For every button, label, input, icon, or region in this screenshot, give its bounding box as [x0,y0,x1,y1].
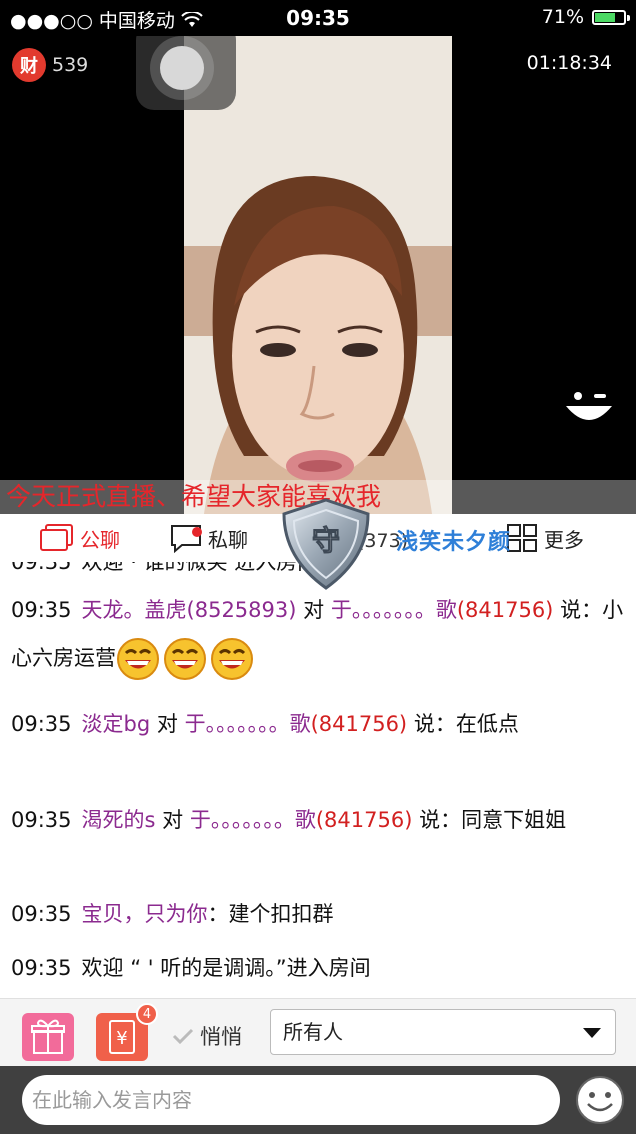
highlight-username[interactable]: 浅笑未夕颜 [396,524,511,556]
tab-more-label: 更多 [544,527,584,552]
unread-dot [192,527,202,537]
sender-name[interactable]: 渴死的s [82,808,156,832]
input-bar [0,1066,636,1134]
live-timer: 01:18:34 [526,52,612,74]
recipient-name[interactable]: 于。。。。。。。歌 [331,598,457,622]
recipient-name[interactable]: 于。。。。。。。歌 [190,808,316,832]
assistive-touch-button[interactable] [136,36,236,110]
coin-badge: 财 539 [12,48,88,82]
chat-message: 09:35 天龙。盖虎(8525893) 对 于。。。。。。。歌(841756) … [11,586,625,682]
grinning-emoji-icon [117,638,159,680]
tab-more[interactable]: 更多 [506,514,584,562]
whisper-toggle[interactable]: 悄悄 [172,1021,242,1051]
coin-count: 539 [52,54,89,76]
live-video[interactable]: 财 539 01:18:34 今天正式直播、希望大家能喜欢我 [0,36,636,514]
tab-private-label: 私聊 [208,527,248,552]
recipient-name[interactable]: 于。。。。。。。歌 [185,712,311,736]
chat-message: 09:35 渴死的s 对 于。。。。。。。歌(841756) 说：同意下姐姐 [11,808,567,832]
svg-text:¥: ¥ [116,1028,127,1049]
gift-icon [31,1019,65,1054]
tab-private-chat[interactable]: 私聊 [170,514,248,562]
clock: 09:35 [286,6,350,30]
chat-message: 09:35 宝贝，只为你：建个扣扣群 [11,902,334,926]
battery-percent: 71% [541,6,584,28]
wink-face-icon[interactable] [564,384,614,434]
sender-name[interactable]: 淡定bg [82,712,151,736]
recipient-value: 所有人 [283,1020,343,1044]
gift-button[interactable] [22,1013,74,1061]
coin-icon: 财 [12,48,46,82]
checkmark-icon [172,1028,194,1045]
sender-name[interactable]: 天龙。盖虎(8525893) [82,598,297,622]
guard-label: 守 [312,524,340,557]
chat-list[interactable]: 09:35 欢迎 · 谁的微笑 进入房间 09:35 天龙。盖虎(8525893) … [0,562,636,998]
recipient-select[interactable]: 所有人 [270,1009,616,1055]
message-input[interactable] [22,1075,560,1125]
smiley-icon[interactable] [574,1074,626,1126]
grinning-emoji-icon [211,638,253,680]
tab-public-label: 公聊 [80,527,120,552]
chat-message-welcome: 09:35 欢迎 “ ' 听的是调调。”进入房间 [11,956,371,980]
guard-shield-icon[interactable]: 守 [276,496,376,592]
sender-name[interactable]: 宝贝，只为你 [82,902,208,926]
grinning-emoji-icon [164,638,206,680]
dropdown-caret-icon [583,1028,601,1038]
chat-message: 09:35 淡定bg 对 于。。。。。。。歌(841756) 说：在低点 [11,712,519,736]
public-chat-icon [40,524,73,551]
status-bar: ●●●○○ 中国移动 09:35 71% [0,0,636,36]
gift-count-badge: 4 [136,1003,158,1025]
tab-public-chat[interactable]: 公聊 [40,514,120,562]
battery-icon [592,9,630,25]
whisper-label: 悄悄 [200,1025,242,1049]
action-bar: ¥ 4 悄悄 所有人 [0,998,636,1067]
